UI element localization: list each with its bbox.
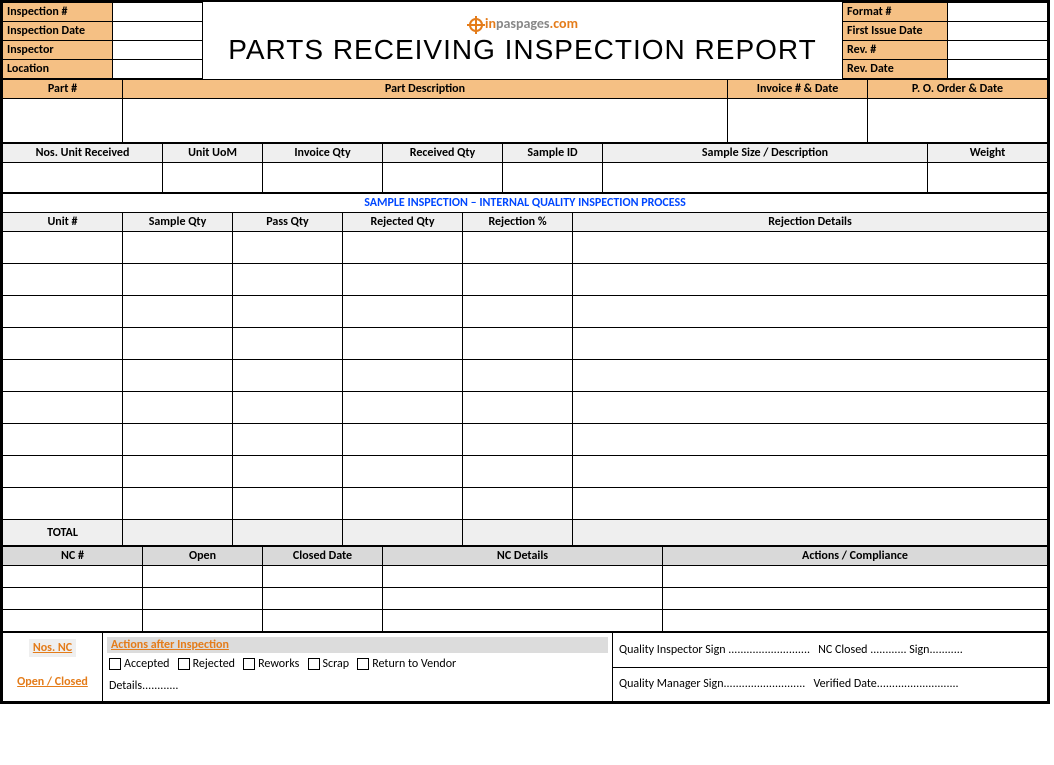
hdr-invoice-qty: Invoice Qty (263, 144, 383, 163)
total-label: TOTAL (3, 520, 123, 546)
label-format-num: Format # (843, 3, 948, 22)
field-format-num[interactable] (948, 3, 1048, 22)
field-units-received[interactable] (3, 163, 163, 193)
link-nos-nc[interactable]: Nos. NC (29, 639, 76, 657)
hdr-sample-id: Sample ID (503, 144, 603, 163)
label-inspection-num: Inspection # (3, 3, 113, 22)
hdr-closed-date: Closed Date (263, 547, 383, 566)
hdr-open: Open (143, 547, 263, 566)
checkbox-reworks[interactable] (243, 658, 255, 670)
checkbox-rejected[interactable] (178, 658, 190, 670)
hdr-part-desc: Part Description (123, 80, 728, 99)
field-invoice-qty[interactable] (263, 163, 383, 193)
hdr-rejection-pct: Rejection % (463, 213, 573, 232)
field-weight[interactable] (928, 163, 1048, 193)
label-rev-date: Rev. Date (843, 60, 948, 79)
hdr-pass-qty: Pass Qty (233, 213, 343, 232)
label-location: Location (3, 60, 113, 79)
label-inspection-date: Inspection Date (3, 22, 113, 41)
action-options: Accepted Rejected Reworks Scrap Return t… (107, 653, 608, 675)
hdr-rejection-details: Rejection Details (573, 213, 1048, 232)
field-sample-id[interactable] (503, 163, 603, 193)
label-inspector: Inspector (3, 41, 113, 60)
field-rev-date[interactable] (948, 60, 1048, 79)
field-inspection-date[interactable] (113, 22, 203, 41)
sample-section-title: SAMPLE INSPECTION – INTERNAL QUALITY INS… (3, 194, 1048, 213)
label-first-issue: First Issue Date (843, 22, 948, 41)
verified-date[interactable]: Verified Date........................... (813, 677, 958, 691)
details-line[interactable]: Details............ (107, 675, 608, 697)
hdr-rejected-qty: Rejected Qty (343, 213, 463, 232)
report-title: PARTS RECEIVING INSPECTION REPORT (207, 34, 838, 66)
hdr-invoice: Invoice # & Date (728, 80, 868, 99)
field-rev-num[interactable] (948, 41, 1048, 60)
hdr-units-received: Nos. Unit Received (3, 144, 163, 163)
hdr-unit-num: Unit # (3, 213, 123, 232)
hdr-part-num: Part # (3, 80, 123, 99)
hdr-weight: Weight (928, 144, 1048, 163)
label-rev-num: Rev. # (843, 41, 948, 60)
field-inspector[interactable] (113, 41, 203, 60)
qm-sign[interactable]: Quality Manager Sign....................… (619, 677, 805, 691)
field-received-qty[interactable] (383, 163, 503, 193)
checkbox-return[interactable] (357, 658, 369, 670)
field-uom[interactable] (163, 163, 263, 193)
hdr-po: P. O. Order & Date (868, 80, 1048, 99)
site-logo: inpaspages.com (207, 15, 838, 34)
field-part-num[interactable] (3, 99, 123, 143)
field-part-desc[interactable] (123, 99, 728, 143)
checkbox-accepted[interactable] (109, 658, 121, 670)
actions-title: Actions after Inspection (107, 637, 608, 653)
field-po[interactable] (868, 99, 1048, 143)
nc-closed-sign[interactable]: NC Closed ............ Sign........... (818, 643, 963, 657)
field-first-issue[interactable] (948, 22, 1048, 41)
field-location[interactable] (113, 60, 203, 79)
checkbox-scrap[interactable] (308, 658, 320, 670)
link-open-closed[interactable]: Open / Closed (7, 675, 98, 689)
table-cell[interactable] (3, 232, 123, 264)
hdr-received-qty: Received Qty (383, 144, 503, 163)
field-inspection-num[interactable] (113, 3, 203, 22)
hdr-uom: Unit UoM (163, 144, 263, 163)
field-sample-size[interactable] (603, 163, 928, 193)
hdr-actions: Actions / Compliance (663, 547, 1048, 566)
hdr-nc-details: NC Details (383, 547, 663, 566)
hdr-nc-num: NC # (3, 547, 143, 566)
hdr-sample-size: Sample Size / Description (603, 144, 928, 163)
qi-sign[interactable]: Quality Inspector Sign .................… (619, 643, 810, 657)
field-invoice[interactable] (728, 99, 868, 143)
hdr-sample-qty: Sample Qty (123, 213, 233, 232)
